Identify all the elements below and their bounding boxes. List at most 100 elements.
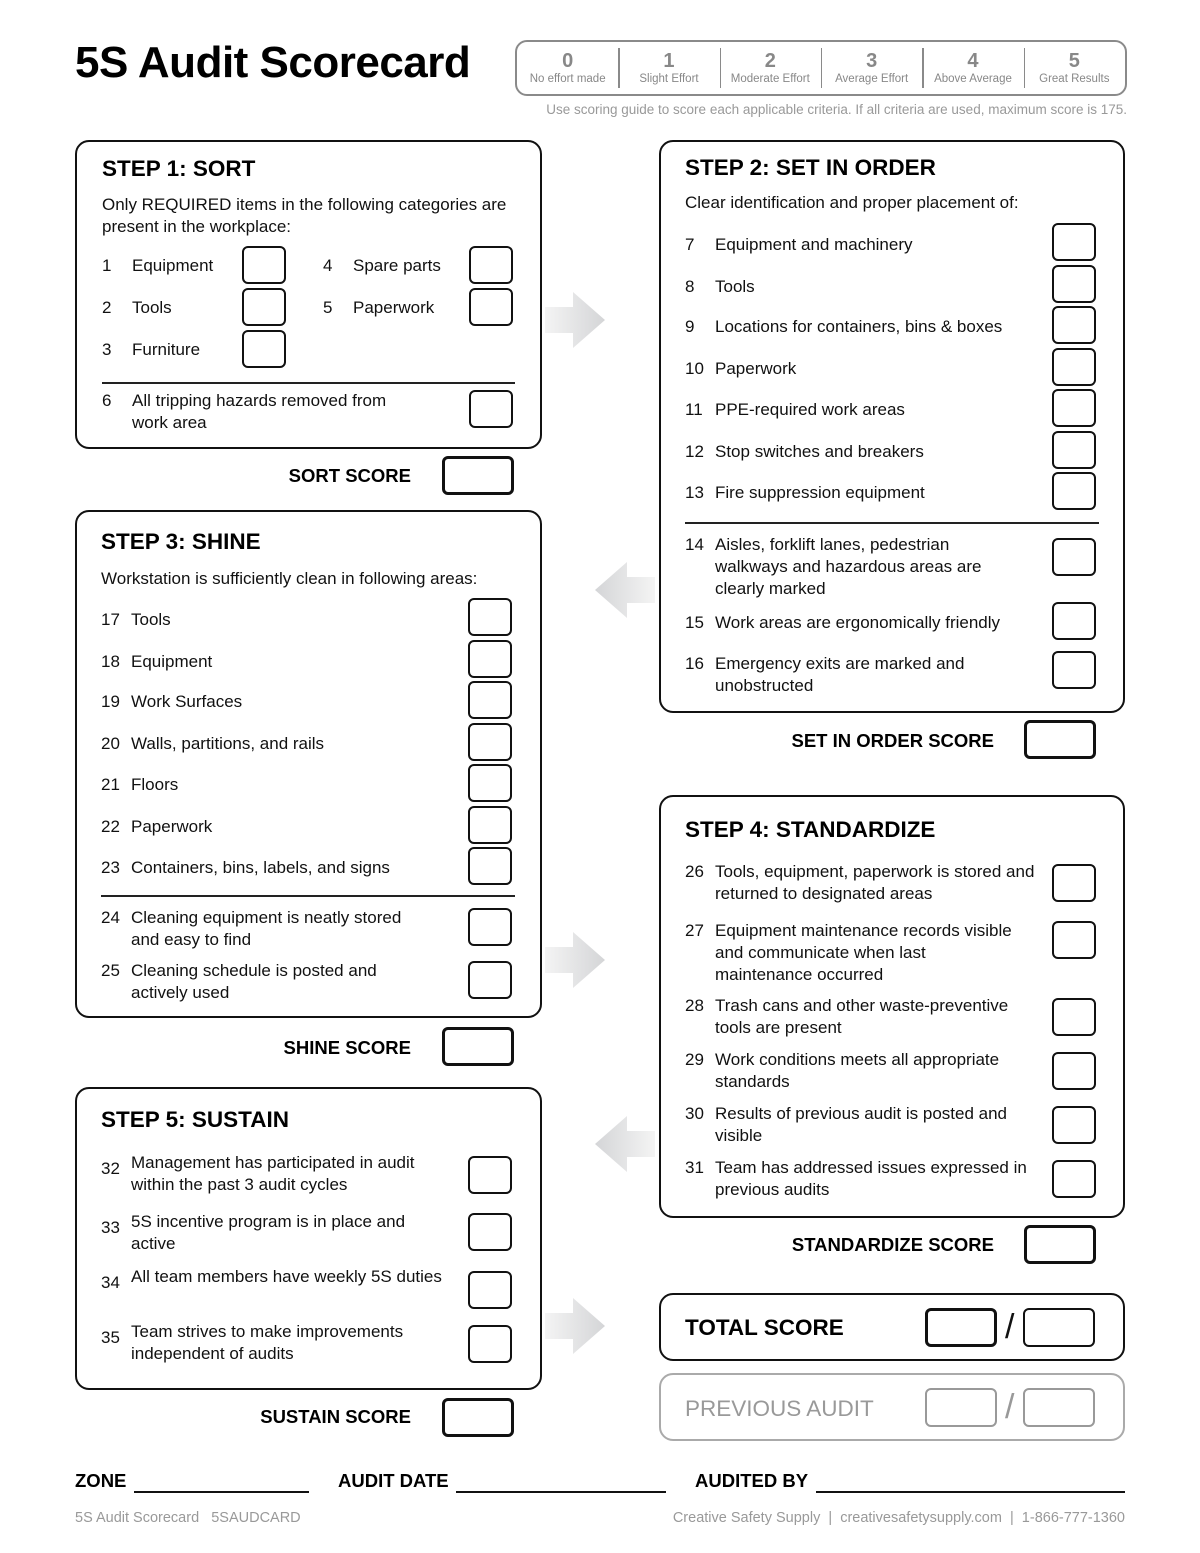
previous-audit-label: PREVIOUS AUDIT — [685, 1396, 874, 1421]
step-standardize-title: STEP 4: STANDARDIZE — [685, 817, 936, 842]
criteria-number: 27 — [685, 921, 704, 940]
score-input-18[interactable] — [468, 640, 512, 678]
section-divider — [102, 382, 515, 384]
score-level-label: Slight Effort — [639, 73, 699, 85]
score-input-14[interactable] — [1052, 538, 1096, 576]
set-in-order-score-label: SET IN ORDER SCORE — [791, 730, 995, 751]
criteria-item-15: 15 Work areas are ergonomically friendly — [685, 612, 1045, 634]
score-input-5[interactable] — [469, 288, 513, 326]
score-input-4[interactable] — [469, 246, 513, 284]
criteria-item-24: 24 Cleaning equipment is neatly stored an… — [101, 907, 431, 951]
criteria-number: 35 — [101, 1328, 120, 1347]
criteria-item-16: 16 Emergency exits are marked and unobstr… — [685, 653, 1015, 697]
criteria-number: 9 — [685, 317, 695, 336]
audited-by-label: AUDITED BY — [695, 1470, 809, 1491]
score-input-19[interactable] — [468, 681, 512, 719]
criteria-text: All tripping hazards removed from work a… — [132, 391, 387, 432]
criteria-item-8: 8 Tools — [685, 276, 1045, 298]
score-input-33[interactable] — [468, 1213, 512, 1251]
score-input-32[interactable] — [468, 1156, 512, 1194]
previous-score-input[interactable] — [925, 1388, 997, 1427]
scoring-note: Use scoring guide to score each applicab… — [546, 102, 1127, 117]
arrow-left-icon — [595, 562, 655, 618]
score-level-4: 4 Above Average — [922, 42, 1023, 94]
score-input-26[interactable] — [1052, 864, 1096, 902]
total-score-panel: TOTAL SCORE / — [659, 1293, 1125, 1361]
criteria-number: 5 — [323, 298, 333, 317]
score-input-13[interactable] — [1052, 472, 1096, 510]
score-input-23[interactable] — [468, 847, 512, 885]
sort-score-input[interactable] — [442, 456, 514, 495]
score-input-2[interactable] — [242, 288, 286, 326]
criteria-item-3: 3 Furniture — [102, 339, 242, 361]
criteria-item-5: 5 Paperwork — [323, 297, 473, 319]
score-input-15[interactable] — [1052, 602, 1096, 640]
criteria-text: Paperwork — [131, 817, 213, 836]
criteria-number: 22 — [101, 817, 120, 836]
criteria-item-34: 34 All team members have weekly 5S duties — [101, 1266, 446, 1294]
shine-score-input[interactable] — [442, 1027, 514, 1066]
score-input-34[interactable] — [468, 1271, 512, 1309]
criteria-number: 29 — [685, 1050, 704, 1069]
audit-date-input[interactable] — [456, 1491, 666, 1493]
score-input-29[interactable] — [1052, 1052, 1096, 1090]
total-score-input[interactable] — [925, 1308, 997, 1347]
score-input-3[interactable] — [242, 330, 286, 368]
score-input-25[interactable] — [468, 961, 512, 999]
score-input-22[interactable] — [468, 806, 512, 844]
score-input-21[interactable] — [468, 764, 512, 802]
score-input-27[interactable] — [1052, 921, 1096, 959]
criteria-number: 12 — [685, 442, 704, 461]
step-standardize-card: STEP 4: STANDARDIZE 26 Tools, equipment, … — [659, 795, 1125, 1218]
set-in-order-score-input[interactable] — [1024, 720, 1096, 759]
sort-score-label: SORT SCORE — [288, 465, 411, 486]
step-set-in-order-title: STEP 2: SET IN ORDER — [685, 155, 936, 180]
score-input-35[interactable] — [468, 1325, 512, 1363]
score-level-value: 5 — [1068, 50, 1080, 72]
score-input-9[interactable] — [1052, 306, 1096, 344]
criteria-text: Team strives to make improvements indepe… — [131, 1322, 404, 1363]
sustain-score-input[interactable] — [442, 1398, 514, 1437]
criteria-text: Management has participated in audit wit… — [131, 1153, 415, 1194]
score-input-24[interactable] — [468, 908, 512, 946]
criteria-number: 14 — [685, 535, 704, 554]
score-input-1[interactable] — [242, 246, 286, 284]
score-level-0: 0 No effort made — [517, 42, 618, 94]
previous-max-score-input[interactable] — [1023, 1388, 1095, 1427]
score-level-label: Above Average — [934, 73, 1012, 85]
criteria-text: Work conditions meets all appropriate st… — [715, 1050, 1000, 1091]
zone-input[interactable] — [134, 1491, 309, 1493]
zone-label: ZONE — [75, 1470, 127, 1491]
total-score-label: TOTAL SCORE — [685, 1315, 844, 1340]
criteria-text: Emergency exits are marked and unobstruc… — [715, 654, 965, 695]
criteria-number: 1 — [102, 256, 112, 275]
score-input-12[interactable] — [1052, 431, 1096, 469]
score-input-30[interactable] — [1052, 1106, 1096, 1144]
standardize-score-input[interactable] — [1024, 1225, 1096, 1264]
score-level-label: Moderate Effort — [730, 73, 810, 85]
audited-by-input[interactable] — [816, 1491, 1125, 1493]
step-set-in-order-description: Clear identification and proper placemen… — [685, 193, 1019, 212]
step-sort-title: STEP 1: SORT — [102, 156, 256, 181]
score-input-16[interactable] — [1052, 651, 1096, 689]
score-input-6[interactable] — [469, 390, 513, 428]
criteria-text: Work areas are ergonomically friendly — [715, 613, 1001, 632]
score-input-20[interactable] — [468, 723, 512, 761]
score-input-10[interactable] — [1052, 348, 1096, 386]
criteria-item-27: 27 Equipment maintenance records visible … — [685, 920, 1015, 986]
standardize-score-label: STANDARDIZE SCORE — [791, 1234, 994, 1255]
score-input-28[interactable] — [1052, 998, 1096, 1036]
score-input-8[interactable] — [1052, 265, 1096, 303]
total-max-score-input[interactable] — [1023, 1308, 1095, 1347]
step-set-in-order-card: STEP 2: SET IN ORDER Clear identificatio… — [659, 140, 1125, 713]
score-input-31[interactable] — [1052, 1160, 1096, 1198]
criteria-number: 26 — [685, 862, 704, 881]
score-input-7[interactable] — [1052, 223, 1096, 261]
score-input-11[interactable] — [1052, 389, 1096, 427]
criteria-text: Tools — [131, 610, 171, 629]
criteria-item-21: 21 Floors — [101, 774, 461, 796]
criteria-item-10: 10 Paperwork — [685, 358, 1045, 380]
criteria-number: 32 — [101, 1159, 120, 1178]
score-input-17[interactable] — [468, 598, 512, 636]
criteria-item-33: 33 5S incentive program is in place and a… — [101, 1211, 446, 1255]
